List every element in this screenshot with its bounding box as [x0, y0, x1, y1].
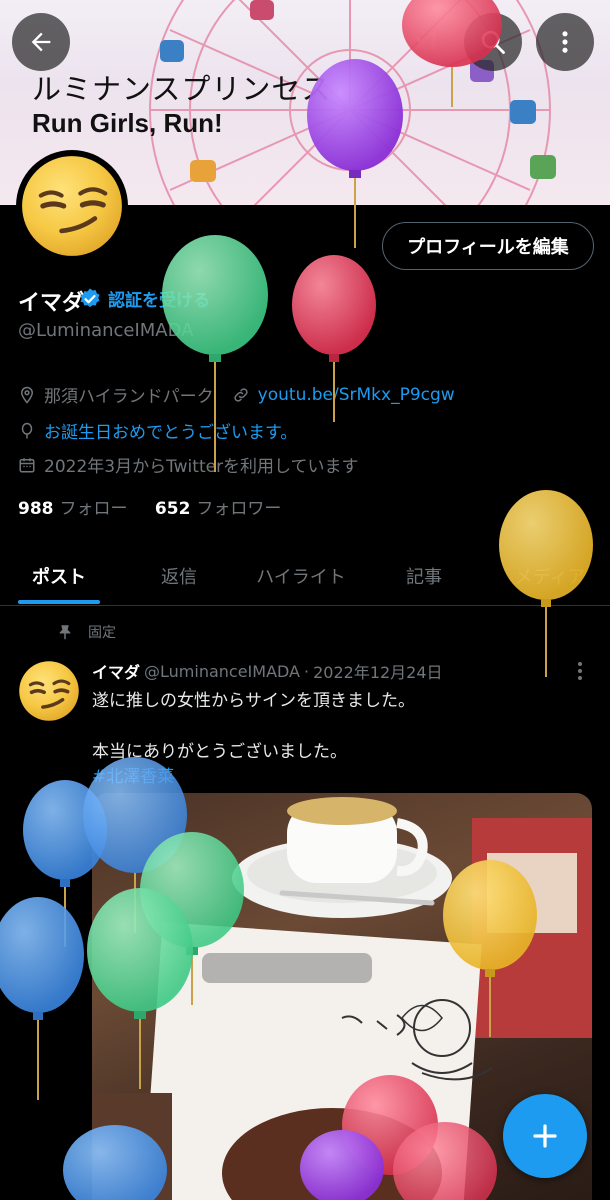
- tab-replies[interactable]: 返信: [140, 548, 218, 604]
- post-avatar[interactable]: [18, 660, 80, 722]
- location-text: 那須ハイランドパーク: [44, 387, 214, 407]
- banner-title-en: Run Girls, Run!: [32, 108, 223, 138]
- banner-title-jp: ルミナンスプリンセス: [32, 72, 332, 106]
- pin-icon: [59, 625, 71, 640]
- post-text-line2: 本当にありがとうございました。: [92, 742, 347, 762]
- link-icon: [234, 387, 248, 402]
- edit-profile-button[interactable]: プロフィールを編集: [382, 222, 594, 270]
- pinned-label: 固定: [88, 625, 116, 641]
- smirking-face-avatar-small: [19, 661, 79, 721]
- website-link[interactable]: youtu.be/SrMkx_P9cgw: [258, 385, 455, 405]
- smirking-face-avatar: [22, 156, 122, 256]
- search-icon: [481, 30, 505, 54]
- followers-link[interactable]: 652 フォロワー: [155, 499, 282, 519]
- post-handle[interactable]: @LuminanceIMADA: [144, 662, 300, 681]
- profile-handle: @LuminanceIMADA: [18, 320, 194, 341]
- balloon: [0, 897, 84, 1100]
- calendar-icon: [19, 457, 35, 472]
- location-row: 那須ハイランドパーク youtu.be/SrMkx_P9cgw: [18, 382, 455, 407]
- tab-articles[interactable]: 記事: [386, 548, 462, 604]
- back-button[interactable]: [12, 13, 70, 71]
- birthday-row: お誕生日おめでとうございます。: [18, 418, 297, 443]
- pinned-label-row: 固定: [56, 622, 116, 642]
- post-hashtag[interactable]: #北澤香菜: [92, 762, 174, 787]
- more-options-button[interactable]: [536, 13, 594, 71]
- following-count: 988: [18, 499, 54, 519]
- grok-icon: xI: [413, 28, 439, 56]
- get-verified-link[interactable]: 認証を受ける: [78, 286, 210, 311]
- arrow-left-icon: [31, 32, 51, 52]
- post-date[interactable]: 2022年12月24日: [313, 659, 442, 683]
- compose-post-button[interactable]: [503, 1094, 587, 1178]
- display-name: イマダ: [18, 291, 85, 316]
- followers-count: 652: [154, 499, 191, 519]
- tab-highlights[interactable]: ハイライト: [248, 548, 354, 604]
- following-link[interactable]: 988 フォロー: [18, 499, 128, 519]
- plus-icon: [533, 1124, 557, 1148]
- tab-posts[interactable]: ポスト: [18, 548, 100, 604]
- post-author[interactable]: イマダ: [92, 659, 140, 683]
- more-vertical-icon: [578, 662, 582, 680]
- follow-stats: 988 フォロー 652 フォロワー: [18, 494, 281, 519]
- location-pin-icon: [20, 386, 34, 404]
- followers-label: フォロワー: [196, 499, 282, 519]
- following-label: フォロー: [59, 499, 128, 519]
- profile-tabs: ポスト 返信 ハイライト 記事 メディア: [0, 548, 610, 604]
- birthday-text[interactable]: お誕生日おめでとうございます。: [44, 418, 297, 443]
- verified-badge-icon: [80, 288, 100, 307]
- tab-media[interactable]: メディア: [500, 548, 600, 604]
- more-vertical-icon: [562, 31, 568, 53]
- post-more-button[interactable]: [570, 660, 590, 686]
- active-tab-indicator: [18, 600, 100, 604]
- post-text-line1: 遂に推しの女性からサインを頂きました。: [92, 691, 415, 711]
- search-button[interactable]: [464, 13, 522, 71]
- balloon-icon: [21, 422, 33, 438]
- tabs-divider: [0, 605, 610, 606]
- joined-text: 2022年3月からTwitterを利用しています: [44, 457, 359, 477]
- get-verified-label: 認証を受ける: [108, 291, 210, 311]
- grok-button[interactable]: xI: [397, 13, 455, 71]
- joined-row: 2022年3月からTwitterを利用しています: [18, 452, 359, 477]
- post-separator: ·: [304, 661, 310, 681]
- profile-avatar[interactable]: [16, 150, 128, 262]
- post-header: イマダ @LuminanceIMADA · 2022年12月24日: [92, 659, 443, 683]
